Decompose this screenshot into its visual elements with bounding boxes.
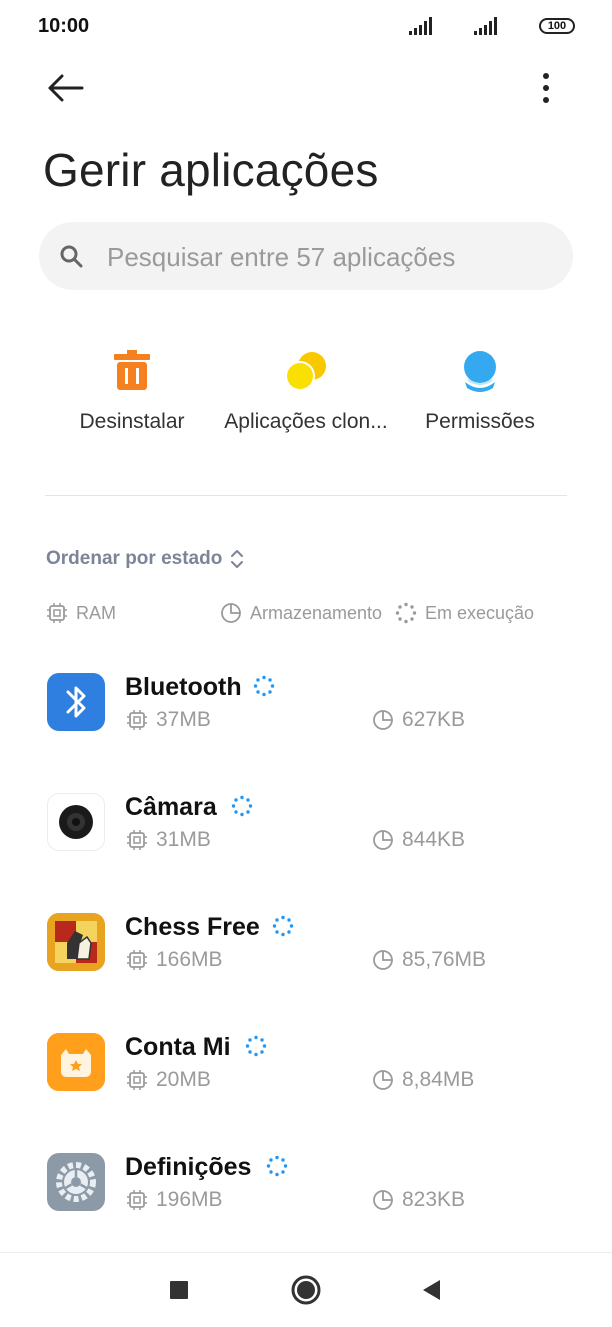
running-indicator-icon	[266, 1155, 288, 1177]
app-ram: 20MB	[126, 1068, 211, 1092]
app-ram-value: 166MB	[156, 948, 223, 971]
app-ram-value: 37MB	[156, 708, 211, 731]
app-name: Bluetooth	[125, 673, 242, 701]
app-ram: 31MB	[126, 828, 211, 852]
app-name: Definições	[125, 1153, 252, 1181]
app-storage-value: 844KB	[402, 828, 466, 851]
app-ram: 166MB	[126, 948, 223, 972]
app-ram-value: 196MB	[156, 1188, 223, 1211]
app-ram: 196MB	[126, 1188, 223, 1212]
chip-icon	[127, 950, 147, 970]
clone-apps-action[interactable]: Aplicações clon...	[222, 350, 390, 434]
back-button[interactable]	[44, 68, 88, 108]
legend-ram: RAM	[46, 602, 116, 624]
legend-storage: Armazenamento	[220, 602, 382, 624]
navigation-bar	[0, 1252, 612, 1327]
signal-icon	[409, 17, 432, 35]
app-storage-value: 627KB	[402, 708, 466, 731]
status-bar: 10:00 100	[0, 0, 612, 54]
trash-icon	[114, 350, 150, 390]
recents-button[interactable]	[168, 1279, 190, 1301]
storage-pie-icon	[221, 603, 241, 623]
more-options-button[interactable]	[528, 68, 564, 108]
more-vertical-icon	[543, 73, 549, 103]
chip-icon	[127, 710, 147, 730]
sort-label: Ordenar por estado	[46, 548, 223, 569]
app-name: Chess Free	[125, 913, 260, 941]
app-row-bluetooth[interactable]: Bluetooth 37MB 627KB	[0, 673, 612, 793]
app-row-camara[interactable]: Câmara 31MB 844KB	[0, 793, 612, 913]
legend-ram-label: RAM	[76, 602, 116, 623]
running-indicator-icon	[272, 915, 294, 937]
nav-back-button[interactable]	[420, 1278, 442, 1302]
app-storage: 85,76MB	[372, 948, 486, 972]
page-title: Gerir aplicações	[43, 144, 379, 196]
storage-pie-icon	[373, 1070, 393, 1090]
sort-by-state-button[interactable]: Ordenar por estado	[46, 548, 244, 570]
storage-pie-icon	[373, 710, 393, 730]
app-storage: 823KB	[372, 1188, 465, 1212]
permissions-action[interactable]: Permissões	[423, 350, 537, 434]
running-indicator-icon	[245, 1035, 267, 1057]
battery-indicator: 100	[539, 18, 575, 34]
permissions-icon	[464, 351, 496, 392]
permissions-label: Permissões	[425, 410, 535, 433]
app-storage-value: 8,84MB	[402, 1068, 475, 1091]
camera-app-icon	[47, 793, 105, 851]
search-bar[interactable]	[39, 222, 573, 290]
chess-app-icon	[47, 913, 105, 971]
app-storage: 8,84MB	[372, 1068, 474, 1092]
running-indicator-icon	[231, 795, 253, 817]
app-row-chess-free[interactable]: Chess Free 166MB 85,76MB	[0, 913, 612, 1033]
app-storage: 627KB	[372, 708, 465, 732]
app-ram: 37MB	[126, 708, 211, 732]
app-storage: 844KB	[372, 828, 465, 852]
app-ram-value: 20MB	[156, 1068, 211, 1091]
clone-icon	[285, 352, 326, 391]
search-icon	[60, 245, 83, 268]
uninstall-label: Desinstalar	[79, 410, 185, 433]
running-indicator-icon	[253, 675, 275, 697]
chip-icon	[127, 1190, 147, 1210]
home-button[interactable]	[290, 1274, 322, 1306]
sort-chevron-icon	[231, 550, 244, 568]
search-input[interactable]	[105, 238, 559, 276]
app-storage-value: 85,76MB	[402, 948, 487, 971]
signal-icon-2	[474, 17, 497, 35]
legend-running-label: Em execução	[425, 602, 535, 623]
chip-icon	[47, 603, 67, 623]
app-row-conta-mi[interactable]: Conta Mi 20MB 8,84MB	[0, 1033, 612, 1153]
settings-app-icon	[47, 1153, 105, 1211]
divider	[45, 495, 567, 496]
status-time: 10:00	[38, 15, 90, 37]
running-spinner-icon	[395, 602, 417, 624]
chip-icon	[127, 830, 147, 850]
app-name: Conta Mi	[125, 1033, 231, 1061]
uninstall-action[interactable]: Desinstalar	[78, 350, 186, 434]
bluetooth-app-icon	[47, 673, 105, 731]
mi-account-app-icon	[47, 1033, 105, 1091]
clone-apps-label: Aplicações clon...	[224, 410, 388, 433]
app-storage-value: 823KB	[402, 1188, 466, 1211]
arrow-left-icon	[48, 74, 84, 102]
app-name: Câmara	[125, 793, 217, 821]
storage-pie-icon	[373, 830, 393, 850]
app-ram-value: 31MB	[156, 828, 211, 851]
legend-running: Em execução	[395, 602, 534, 624]
storage-pie-icon	[373, 950, 393, 970]
storage-pie-icon	[373, 1190, 393, 1210]
legend-storage-label: Armazenamento	[250, 602, 383, 623]
chip-icon	[127, 1070, 147, 1090]
